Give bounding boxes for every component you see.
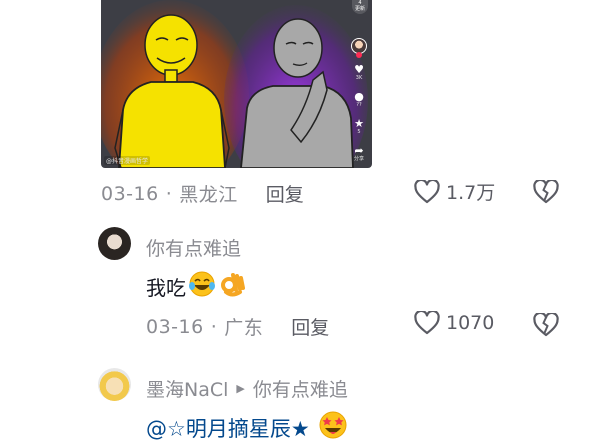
comment-meta-row: 03-16 · 黑龙江 回复 [101,180,304,207]
user-avatar[interactable] [98,368,131,401]
reply-button[interactable]: 回复 [291,313,329,340]
heart-outline-icon [414,179,440,203]
like-count: 1.7万 [446,182,496,204]
star-count: 5 [357,129,361,135]
reply-arrow-icon: ▶ [236,382,245,395]
video-side-bar: ♥ 3K ● ?? ★ 5 ➦ 分享 [350,0,368,168]
reply-text-content: 我吃 [146,276,186,300]
author-avatar[interactable] [351,38,367,58]
comment-date: 03-16 [101,182,159,205]
reply-location: 广东 [224,317,264,339]
like-count: 3K [355,75,363,81]
comment-location: 黑龙江 [179,184,238,206]
video-watermark: @抖音漫画哲学 [104,156,151,165]
reply-username[interactable]: 墨海NaCl [146,375,228,402]
reply-meta-row: 03-16 · 广东 回复 [146,313,329,340]
reply-text: 我吃 [146,270,246,303]
reply2-text: @☆明月摘星辰★ [146,410,348,445]
reply-date: 03-16 [146,315,204,338]
user-avatar[interactable] [98,227,131,260]
like-button[interactable]: 1070 [414,311,494,335]
star-icon[interactable]: ★ [354,118,364,129]
share-label: 分享 [353,156,364,162]
heart-outline-icon [414,311,440,335]
meta-separator: · [165,182,173,205]
dislike-icon[interactable] [533,313,559,337]
star-struck-emoji [318,410,348,445]
reply2-header: 墨海NaCl ▶ 你有点难追 [146,375,348,402]
mention-link[interactable]: @☆明月摘星辰★ [146,413,310,443]
comment-icon[interactable]: ● [354,91,364,102]
meta-separator: · [210,315,218,338]
laughing-crying-emoji [188,270,216,303]
dislike-icon[interactable] [533,180,559,204]
share-icon[interactable]: ➦ [354,145,363,156]
ok-hand-emoji [218,270,246,303]
reply-to-username[interactable]: 你有点难追 [253,375,348,402]
reply-button[interactable]: 回复 [266,180,304,207]
heart-icon[interactable]: ♥ [354,64,364,75]
reply-username[interactable]: 你有点难追 [146,234,241,261]
like-button[interactable]: 1.7万 [414,178,495,205]
video-thumbnail[interactable]: 4 更新 ♥ 3K ● ?? ★ 5 ➦ 分享 @抖音漫画哲学 [101,0,372,168]
comment-count: ?? [356,102,362,108]
like-count: 1070 [446,312,495,334]
video-illustration [101,0,368,168]
